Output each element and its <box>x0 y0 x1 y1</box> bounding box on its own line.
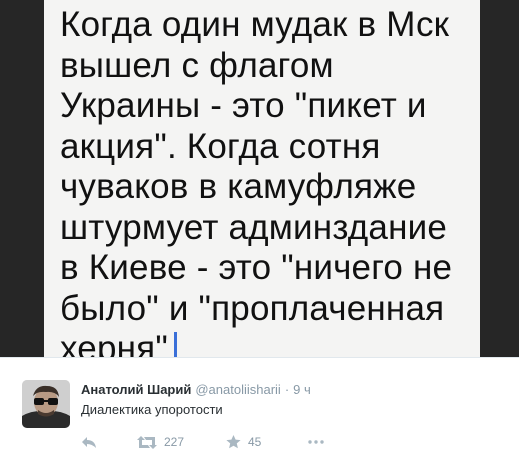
retweet-icon <box>137 435 157 449</box>
retweet-count: 227 <box>164 435 185 449</box>
reply-button[interactable] <box>81 432 97 452</box>
user-fullname[interactable]: Анатолий Шарий <box>81 382 191 397</box>
tweet-text: Диалектика упоротости <box>81 402 223 417</box>
avatar[interactable] <box>22 380 70 428</box>
user-handle[interactable]: @anatoliisharii <box>195 382 280 397</box>
reply-icon <box>82 436 96 448</box>
more-dots-icon <box>308 440 324 444</box>
attached-image[interactable]: Когда один мудак в Мск вышел с флагом Ук… <box>0 0 519 357</box>
favorite-count: 45 <box>248 435 262 449</box>
separator-dot: · <box>284 382 290 397</box>
note-screenshot: Когда один мудак в Мск вышел с флагом Ук… <box>44 0 480 357</box>
tweet: Анатолий Шарий @anatoliisharii · 9 ч Диалек… <box>0 357 519 465</box>
image-dark-border-left <box>0 0 44 357</box>
more-button[interactable] <box>308 432 324 452</box>
favorite-button[interactable]: 45 <box>226 432 261 452</box>
text-cursor <box>173 332 177 357</box>
avatar-photo-icon <box>22 380 70 428</box>
tweet-time[interactable]: 9 ч <box>293 382 311 397</box>
tweet-actions: 227 45 <box>81 432 381 452</box>
star-icon <box>226 435 241 449</box>
note-body: Когда один мудак в Мск вышел с флагом Ук… <box>60 5 453 357</box>
image-dark-border-right <box>480 0 519 357</box>
tweet-header: Анатолий Шарий @anatoliisharii · 9 ч <box>81 382 311 397</box>
retweet-button[interactable]: 227 <box>137 432 184 452</box>
note-text: Когда один мудак в Мск вышел с флагом Ук… <box>60 5 480 357</box>
